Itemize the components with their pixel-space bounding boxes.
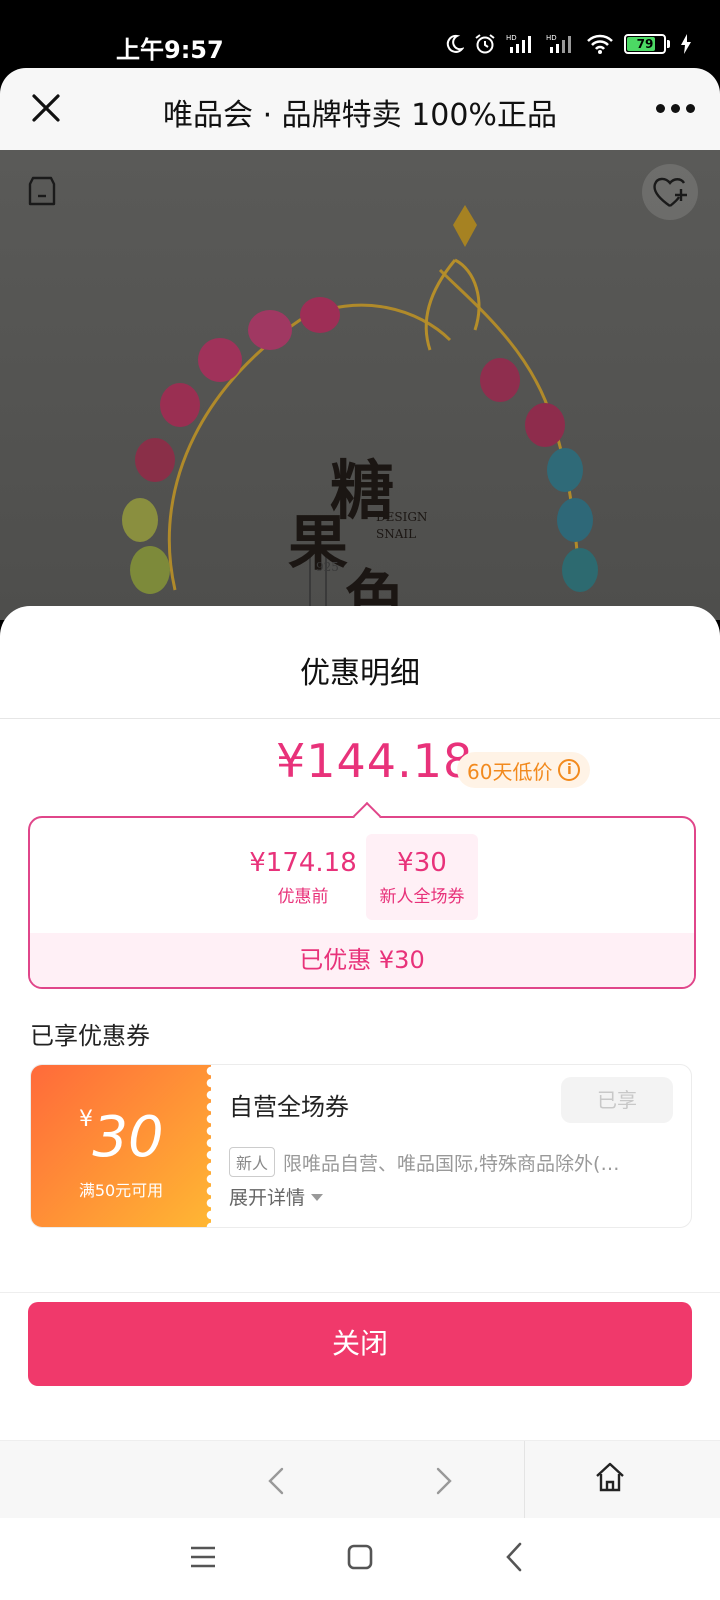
coupon-name: 自营全场券 [229, 1093, 349, 1121]
heart-plus-icon [653, 177, 687, 207]
status-bar: 上午9:57 HD HD 79 [0, 0, 720, 70]
coupon-card: ¥ 30 满50元可用 自营全场券 已享 新人 限唯品自营、唯品国际,特殊商品除… [30, 1064, 692, 1228]
coupon-value-panel: ¥ 30 满50元可用 [31, 1065, 217, 1227]
divider [0, 1292, 720, 1293]
charging-icon [681, 34, 691, 54]
coupon-deduction: ¥30 新人全场券 [366, 834, 478, 920]
coupon-deduction-amount: ¥30 [397, 848, 447, 878]
chevron-down-icon [311, 1194, 324, 1201]
coupon-description-text: 限唯品自营、唯品国际,特殊商品除外(… [283, 1152, 620, 1175]
forward-arrow-icon[interactable] [428, 1463, 458, 1499]
browser-nav-bar [0, 1440, 720, 1518]
final-price: ¥144.18 [276, 734, 474, 788]
product-text-6: 925 [316, 560, 339, 574]
original-price: ¥174.18 优惠前 [243, 848, 363, 907]
status-time: 上午9:57 [116, 36, 224, 64]
product-image: 糖 果 色 DESIGN SNAIL 925 [0, 150, 720, 620]
low-price-label: 60天低价 [467, 759, 553, 784]
status-icons: HD HD 79 [444, 33, 692, 55]
signal-hd-icon-2: HD [546, 34, 571, 53]
discount-detail-sheet: 优惠明细 ¥144.18 60天低价 i ¥174.18 优惠前 - ¥30 新… [0, 606, 720, 1446]
original-price-amount: ¥174.18 [249, 848, 357, 878]
wifi-icon [587, 34, 613, 54]
low-price-badge[interactable]: 60天低价 i [457, 752, 591, 788]
more-icon[interactable] [656, 96, 696, 120]
cart-icon[interactable] [24, 172, 60, 208]
close-button[interactable]: 关闭 [28, 1302, 692, 1386]
back-arrow-icon[interactable] [262, 1463, 292, 1499]
system-home-icon[interactable] [345, 1542, 375, 1572]
divider [0, 718, 720, 719]
coupon-status-button: 已享 [561, 1077, 673, 1123]
home-icon[interactable] [592, 1459, 628, 1495]
recent-apps-icon[interactable] [188, 1542, 218, 1572]
coupon-tag: 新人 [229, 1147, 276, 1177]
product-text-5: SNAIL [376, 527, 417, 541]
product-text-4: DESIGN [376, 510, 428, 524]
original-price-label: 优惠前 [277, 887, 329, 907]
coupons-section-label: 已享优惠券 [30, 1022, 150, 1050]
battery-icon: 79 [624, 34, 670, 54]
expand-details-link[interactable]: 展开详情 [229, 1183, 324, 1210]
svg-text:HD: HD [546, 34, 557, 42]
alarm-icon [475, 34, 495, 54]
page-title: 唯品会 · 品牌特卖 100%正品 [163, 98, 557, 133]
moon-icon [446, 34, 464, 53]
svg-text:HD: HD [506, 34, 517, 42]
coupon-condition: 满50元可用 [78, 1181, 164, 1200]
system-nav-bar [0, 1518, 720, 1600]
coupon-deduction-label: 新人全场券 [379, 887, 465, 907]
info-icon[interactable]: i [558, 759, 581, 781]
coupon-description: 新人 限唯品自营、唯品国际,特殊商品除外(… [229, 1147, 673, 1177]
expand-details-label: 展开详情 [229, 1187, 306, 1209]
signal-hd-icon: HD [506, 34, 531, 53]
battery-level: 79 [636, 37, 654, 51]
app-bar: 唯品会 · 品牌特卖 100%正品 [0, 68, 720, 150]
price-row: ¥144.18 60天低价 i [0, 734, 720, 804]
system-back-icon[interactable] [500, 1540, 530, 1574]
favorite-button[interactable] [642, 164, 698, 220]
saved-amount: 已优惠 ¥30 [30, 933, 694, 987]
coupon-value: 30 [92, 1105, 164, 1170]
sheet-title: 优惠明细 [300, 656, 420, 691]
price-calculation-box: ¥174.18 优惠前 - ¥30 新人全场券 已优惠 ¥30 [28, 801, 696, 989]
